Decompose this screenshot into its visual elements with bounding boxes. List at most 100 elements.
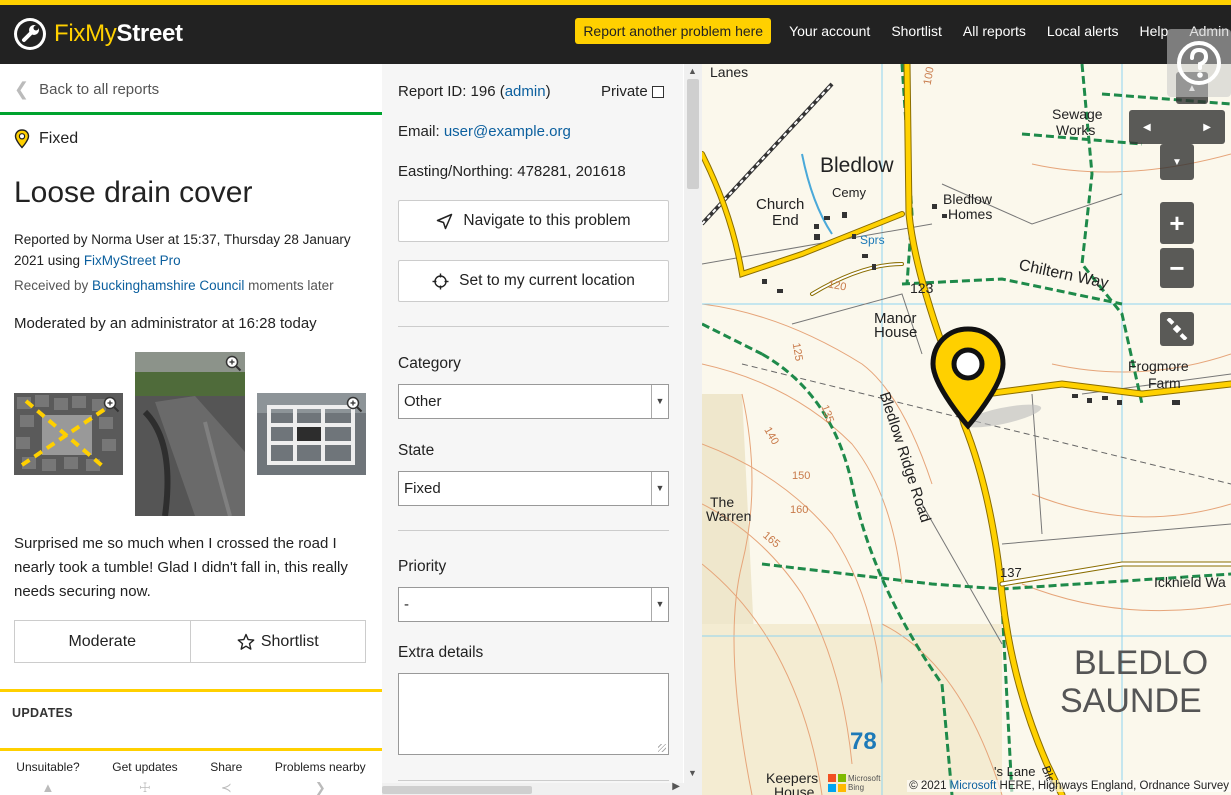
map-layer-toggle-button[interactable] [1160,312,1194,346]
nav-local-alerts[interactable]: Local alerts [1047,18,1119,44]
map-label: 78 [850,728,877,755]
problems-nearby-link[interactable]: Problems nearby ❯ [275,760,366,795]
navigate-button[interactable]: Navigate to this problem [398,200,669,242]
state-select[interactable]: Fixed ▼ [398,471,669,506]
shortlist-button[interactable]: Shortlist [189,621,366,662]
pan-left-right-control[interactable]: ◀ ▶ [1129,110,1225,144]
satellite-icon [1166,318,1188,340]
scroll-down-icon[interactable]: ▼ [688,768,697,778]
bing-line-1: Microsoft [848,774,881,783]
fixmystreet-pro-link[interactable]: FixMyStreet Pro [84,253,181,268]
received-by: Received by Buckinghamshire Council mome… [14,278,334,293]
map-label: BLEDLO [1074,644,1209,682]
reported-by: Reported by Norma User at 15:37, Thursda… [14,229,364,271]
shortlist-label: Shortlist [260,632,319,650]
navigate-label: Navigate to this problem [463,212,631,229]
status-divider [0,112,382,115]
microsoft-attribution-link[interactable]: Microsoft [950,780,997,792]
council-link[interactable]: Buckinghamshire Council [92,278,244,293]
zoom-in-button[interactable]: + [1160,202,1194,244]
nav-help[interactable]: Help [1140,18,1169,44]
get-updates-link[interactable]: Get updates ☩ [112,760,177,795]
zoom-out-button[interactable]: − [1160,248,1194,288]
get-updates-label: Get updates [112,760,178,774]
chevron-down-icon: ▼ [1172,156,1182,168]
warning-icon: ▲ [41,780,55,795]
set-location-label: Set to my current location [459,272,635,289]
category-value: Other [404,393,442,410]
admin-link[interactable]: admin [505,83,546,100]
plus-icon: + [1169,207,1185,238]
navigate-arrow-icon [437,213,453,229]
pin-icon [14,129,30,149]
rss-icon: ☩ [139,780,151,795]
chevron-left-icon[interactable]: ◀ [1143,122,1151,133]
help-question-button[interactable] [1167,29,1231,97]
moderated-note: Moderated by an administrator at 16:28 t… [14,315,317,332]
zoom-icon [225,355,242,372]
report-footer-links: Unsuitable? ▲ Get updates ☩ Share ≺ Problem… [0,760,382,795]
extra-details-textarea[interactable] [398,673,669,755]
logo-text: FixMyStreet [54,18,183,50]
state-label: State [398,442,435,459]
extra-details-label: Extra details [398,644,484,661]
map-view[interactable]: Lanes Sewage Works Bledlow Cemy Bledlow … [702,64,1231,795]
logo-text-street: Street [116,20,184,47]
section-divider [398,780,669,781]
map-label: Sewage [1052,106,1103,122]
section-divider [398,530,669,531]
reported-text: Reported by Norma User at 15:37, Thursda… [14,232,351,268]
private-toggle[interactable]: Private [601,83,664,100]
admin-inspect-panel: Report ID: 196 (admin) Private Email: us… [382,64,683,795]
share-label: Share [210,760,243,774]
state-value: Fixed [404,480,441,497]
unsuitable-link[interactable]: Unsuitable? ▲ [16,760,79,795]
report-problem-button[interactable]: Report another problem here [575,18,772,44]
nav-your-account[interactable]: Your account [789,18,870,44]
private-checkbox[interactable] [651,85,664,98]
report-status: Fixed [14,129,78,149]
scroll-right-icon[interactable]: ▶ [672,781,680,792]
nav-all-reports[interactable]: All reports [963,18,1026,44]
report-photo-2[interactable] [135,352,245,516]
map-label: Bledlow [943,191,993,207]
admin-panel-horizontal-scrollbar[interactable]: ▶ [382,781,684,795]
report-photo-1[interactable] [14,393,123,475]
priority-value: - [404,596,409,613]
map-label: 137 [1000,565,1022,580]
map-label: Cemy [832,185,866,200]
set-location-button[interactable]: Set to my current location [398,260,669,302]
email-link[interactable]: user@example.org [444,123,571,140]
report-id-close: ) [545,83,551,100]
scroll-thumb[interactable] [687,79,699,189]
map-label: 150 [792,470,811,482]
report-photo-3[interactable] [257,393,366,475]
scroll-up-icon[interactable]: ▲ [688,66,697,76]
nav-shortlist[interactable]: Shortlist [891,18,942,44]
zoom-icon [103,396,120,413]
nearby-label: Problems nearby [274,760,366,774]
priority-select[interactable]: - ▼ [398,587,669,622]
resize-grip-icon[interactable] [658,744,666,752]
pan-down-button[interactable]: ▼ [1160,144,1194,180]
question-icon [1177,41,1221,85]
wrench-icon [14,18,46,50]
main-nav: Report another problem here Your account… [575,18,1231,44]
back-to-reports-link[interactable]: ❮ Back to all reports [14,79,159,100]
category-select[interactable]: Other ▼ [398,384,669,419]
chevron-right-icon[interactable]: ▶ [1203,122,1211,133]
report-map-pin-icon[interactable] [929,326,1007,430]
scroll-thumb[interactable] [382,786,532,794]
easting-northing: Easting/Northing: 478281, 201618 [398,163,626,180]
status-label: Fixed [39,130,79,147]
admin-panel-vertical-scrollbar[interactable]: ▲ ▼ [684,64,702,795]
map-attribution: © 2021 Microsoft HERE, Highways England,… [907,780,1231,792]
share-link[interactable]: Share ≺ [210,760,242,795]
updates-heading: UPDATES [12,706,73,720]
moderate-button[interactable]: Moderate [15,621,190,662]
updates-divider-bottom [0,748,382,751]
site-logo[interactable]: FixMyStreet [14,18,183,50]
report-id: Report ID: 196 (admin) [398,83,551,100]
chevron-down-icon: ▼ [651,385,668,418]
map-label: Works [1056,122,1096,138]
